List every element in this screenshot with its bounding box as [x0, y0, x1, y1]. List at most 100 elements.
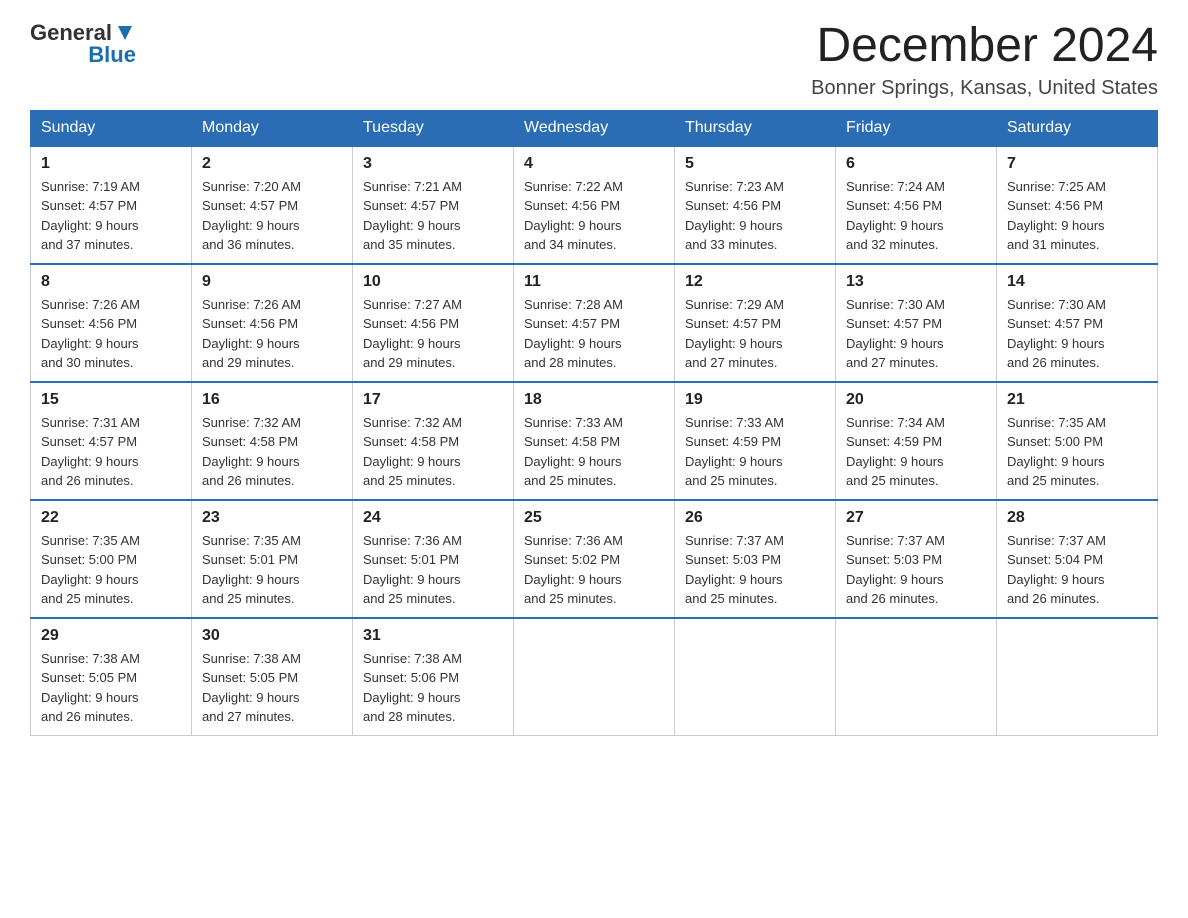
day-info: Sunrise: 7:38 AMSunset: 5:05 PMDaylight:… [202, 649, 342, 727]
day-info: Sunrise: 7:24 AMSunset: 4:56 PMDaylight:… [846, 177, 986, 255]
day-number: 12 [685, 273, 825, 291]
day-info: Sunrise: 7:26 AMSunset: 4:56 PMDaylight:… [41, 295, 181, 373]
logo-triangle-icon [114, 22, 136, 44]
day-info: Sunrise: 7:21 AMSunset: 4:57 PMDaylight:… [363, 177, 503, 255]
col-header-friday: Friday [836, 110, 997, 146]
calendar-cell: 11 Sunrise: 7:28 AMSunset: 4:57 PMDayligh… [514, 264, 675, 382]
location-subtitle: Bonner Springs, Kansas, United States [811, 77, 1158, 100]
week-row-4: 22Sunrise: 7:35 AMSunset: 5:00 PMDayligh… [31, 500, 1158, 618]
day-number: 30 [202, 627, 342, 645]
calendar-cell: 5Sunrise: 7:23 AMSunset: 4:56 PMDaylight… [675, 146, 836, 264]
day-number: 25 [524, 509, 664, 527]
calendar-cell: 17Sunrise: 7:32 AMSunset: 4:58 PMDayligh… [353, 382, 514, 500]
day-info: Sunrise: 7:25 AMSunset: 4:56 PMDaylight:… [1007, 177, 1147, 255]
day-number: 21 [1007, 391, 1147, 409]
day-number: 13 [846, 273, 986, 291]
calendar-cell: 21 Sunrise: 7:35 AMSunset: 5:00 PMDayligh… [997, 382, 1158, 500]
header-row: SundayMondayTuesdayWednesdayThursdayFrid… [31, 110, 1158, 146]
calendar-cell: 1Sunrise: 7:19 AMSunset: 4:57 PMDaylight… [31, 146, 192, 264]
day-number: 7 [1007, 155, 1147, 173]
day-info: Sunrise: 7:20 AMSunset: 4:57 PMDaylight:… [202, 177, 342, 255]
calendar-cell [997, 618, 1158, 736]
week-row-5: 29 Sunrise: 7:38 AMSunset: 5:05 PMDayligh… [31, 618, 1158, 736]
calendar-cell: 31 Sunrise: 7:38 AMSunset: 5:06 PMDayligh… [353, 618, 514, 736]
calendar-cell: 19Sunrise: 7:33 AMSunset: 4:59 PMDayligh… [675, 382, 836, 500]
day-number: 23 [202, 509, 342, 527]
calendar-cell: 4 Sunrise: 7:22 AMSunset: 4:56 PMDaylight… [514, 146, 675, 264]
calendar-cell: 26Sunrise: 7:37 AMSunset: 5:03 PMDayligh… [675, 500, 836, 618]
day-info: Sunrise: 7:37 AMSunset: 5:03 PMDaylight:… [846, 531, 986, 609]
day-number: 9 [202, 273, 342, 291]
col-header-saturday: Saturday [997, 110, 1158, 146]
calendar-cell: 2Sunrise: 7:20 AMSunset: 4:57 PMDaylight… [192, 146, 353, 264]
day-info: Sunrise: 7:34 AMSunset: 4:59 PMDaylight:… [846, 413, 986, 491]
day-number: 26 [685, 509, 825, 527]
week-row-1: 1Sunrise: 7:19 AMSunset: 4:57 PMDaylight… [31, 146, 1158, 264]
calendar-cell: 22Sunrise: 7:35 AMSunset: 5:00 PMDayligh… [31, 500, 192, 618]
calendar-cell: 16 Sunrise: 7:32 AMSunset: 4:58 PMDayligh… [192, 382, 353, 500]
month-year-title: December 2024 [811, 20, 1158, 73]
calendar-cell: 29 Sunrise: 7:38 AMSunset: 5:05 PMDayligh… [31, 618, 192, 736]
calendar-table: SundayMondayTuesdayWednesdayThursdayFrid… [30, 110, 1158, 736]
calendar-cell: 6 Sunrise: 7:24 AMSunset: 4:56 PMDaylight… [836, 146, 997, 264]
calendar-cell: 18 Sunrise: 7:33 AMSunset: 4:58 PMDayligh… [514, 382, 675, 500]
day-number: 20 [846, 391, 986, 409]
col-header-thursday: Thursday [675, 110, 836, 146]
calendar-cell: 3 Sunrise: 7:21 AMSunset: 4:57 PMDaylight… [353, 146, 514, 264]
calendar-cell: 30 Sunrise: 7:38 AMSunset: 5:05 PMDayligh… [192, 618, 353, 736]
day-info: Sunrise: 7:30 AMSunset: 4:57 PMDaylight:… [846, 295, 986, 373]
day-number: 3 [363, 155, 503, 173]
day-info: Sunrise: 7:28 AMSunset: 4:57 PMDaylight:… [524, 295, 664, 373]
day-info: Sunrise: 7:38 AMSunset: 5:06 PMDaylight:… [363, 649, 503, 727]
calendar-cell: 7 Sunrise: 7:25 AMSunset: 4:56 PMDaylight… [997, 146, 1158, 264]
day-info: Sunrise: 7:35 AMSunset: 5:00 PMDaylight:… [41, 531, 181, 609]
day-number: 6 [846, 155, 986, 173]
calendar-cell: 8Sunrise: 7:26 AMSunset: 4:56 PMDaylight… [31, 264, 192, 382]
day-number: 5 [685, 155, 825, 173]
day-info: Sunrise: 7:33 AMSunset: 4:58 PMDaylight:… [524, 413, 664, 491]
day-info: Sunrise: 7:36 AMSunset: 5:01 PMDaylight:… [363, 531, 503, 609]
calendar-cell: 9 Sunrise: 7:26 AMSunset: 4:56 PMDaylight… [192, 264, 353, 382]
day-info: Sunrise: 7:26 AMSunset: 4:56 PMDaylight:… [202, 295, 342, 373]
day-info: Sunrise: 7:32 AMSunset: 4:58 PMDaylight:… [202, 413, 342, 491]
day-info: Sunrise: 7:36 AMSunset: 5:02 PMDaylight:… [524, 531, 664, 609]
day-number: 11 [524, 273, 664, 291]
day-info: Sunrise: 7:37 AMSunset: 5:04 PMDaylight:… [1007, 531, 1147, 609]
calendar-cell: 10Sunrise: 7:27 AMSunset: 4:56 PMDayligh… [353, 264, 514, 382]
day-info: Sunrise: 7:35 AMSunset: 5:00 PMDaylight:… [1007, 413, 1147, 491]
calendar-cell: 13 Sunrise: 7:30 AMSunset: 4:57 PMDayligh… [836, 264, 997, 382]
calendar-cell: 28 Sunrise: 7:37 AMSunset: 5:04 PMDayligh… [997, 500, 1158, 618]
title-section: December 2024 Bonner Springs, Kansas, Un… [811, 20, 1158, 100]
calendar-cell: 27 Sunrise: 7:37 AMSunset: 5:03 PMDayligh… [836, 500, 997, 618]
day-number: 28 [1007, 509, 1147, 527]
day-number: 15 [41, 391, 181, 409]
col-header-wednesday: Wednesday [514, 110, 675, 146]
day-info: Sunrise: 7:30 AMSunset: 4:57 PMDaylight:… [1007, 295, 1147, 373]
col-header-sunday: Sunday [31, 110, 192, 146]
day-number: 24 [363, 509, 503, 527]
day-number: 29 [41, 627, 181, 645]
day-info: Sunrise: 7:38 AMSunset: 5:05 PMDaylight:… [41, 649, 181, 727]
calendar-cell [514, 618, 675, 736]
day-number: 31 [363, 627, 503, 645]
day-number: 4 [524, 155, 664, 173]
calendar-cell: 24 Sunrise: 7:36 AMSunset: 5:01 PMDayligh… [353, 500, 514, 618]
day-number: 27 [846, 509, 986, 527]
week-row-2: 8Sunrise: 7:26 AMSunset: 4:56 PMDaylight… [31, 264, 1158, 382]
calendar-cell [675, 618, 836, 736]
day-info: Sunrise: 7:35 AMSunset: 5:01 PMDaylight:… [202, 531, 342, 609]
calendar-cell: 25 Sunrise: 7:36 AMSunset: 5:02 PMDayligh… [514, 500, 675, 618]
day-number: 19 [685, 391, 825, 409]
calendar-cell: 14 Sunrise: 7:30 AMSunset: 4:57 PMDayligh… [997, 264, 1158, 382]
logo: General Blue [30, 20, 136, 68]
day-info: Sunrise: 7:22 AMSunset: 4:56 PMDaylight:… [524, 177, 664, 255]
calendar-cell: 23 Sunrise: 7:35 AMSunset: 5:01 PMDayligh… [192, 500, 353, 618]
day-number: 14 [1007, 273, 1147, 291]
day-info: Sunrise: 7:32 AMSunset: 4:58 PMDaylight:… [363, 413, 503, 491]
day-number: 10 [363, 273, 503, 291]
calendar-cell: 20 Sunrise: 7:34 AMSunset: 4:59 PMDayligh… [836, 382, 997, 500]
day-number: 16 [202, 391, 342, 409]
calendar-cell [836, 618, 997, 736]
calendar-cell: 15Sunrise: 7:31 AMSunset: 4:57 PMDayligh… [31, 382, 192, 500]
day-number: 18 [524, 391, 664, 409]
